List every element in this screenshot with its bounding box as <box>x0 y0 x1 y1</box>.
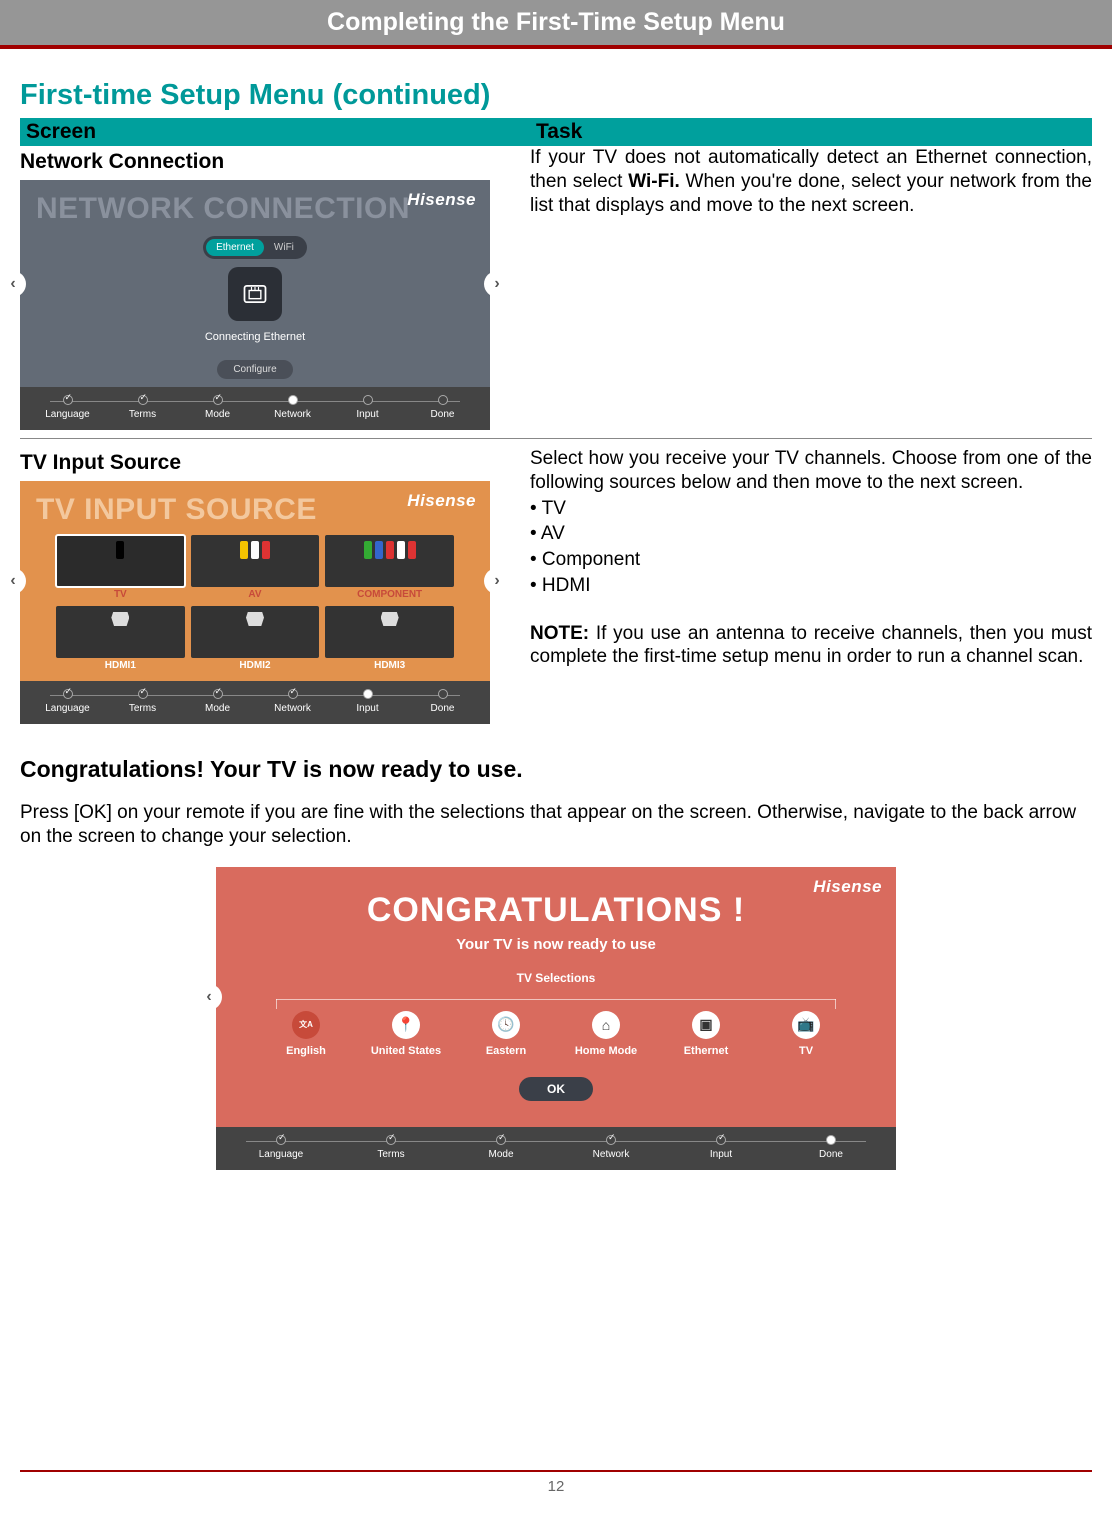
step-label: Terms <box>129 703 156 714</box>
page-number: 12 <box>20 1478 1092 1495</box>
selections-label: TV Selections <box>236 971 876 985</box>
selection-language: 文AEnglish <box>261 1011 351 1057</box>
step-label: Done <box>431 703 455 714</box>
step-label: Terms <box>377 1149 404 1160</box>
table-row: TV Input Source Hisense TV INPUT SOURCE … <box>20 447 1092 732</box>
source-tv[interactable]: TV <box>56 535 185 600</box>
selection-timezone: 🕓Eastern <box>461 1011 551 1057</box>
source-component[interactable]: COMPONENT <box>325 535 454 600</box>
table-row: Network Connection Hisense NETWORK CONNE… <box>20 146 1092 439</box>
row2-task-intro: Select how you receive your TV channels.… <box>530 447 1092 495</box>
congratulations-heading: Congratulations! Your TV is now ready to… <box>20 756 1092 783</box>
source-bullet: • HDMI <box>530 574 1092 598</box>
table-header-task: Task <box>530 118 1092 146</box>
row1-task-text: If your TV does not automatically detect… <box>530 146 1092 217</box>
section-title: First-time Setup Menu (continued) <box>20 79 1092 112</box>
header-divider <box>0 45 1112 49</box>
table-header-row: Screen Task <box>20 118 1092 146</box>
row1-title: Network Connection <box>20 150 530 174</box>
source-av[interactable]: AV <box>191 535 320 600</box>
page-header: Completing the First-Time Setup Menu <box>0 0 1112 45</box>
selection-network: ▣Ethernet <box>661 1011 751 1057</box>
step-label: Mode <box>205 409 230 420</box>
step-label: Network <box>593 1149 630 1160</box>
configure-button[interactable]: Configure <box>217 360 292 379</box>
nav-left-icon[interactable]: ‹ <box>0 568 26 594</box>
step-label: Language <box>259 1149 304 1160</box>
step-label: Done <box>819 1149 843 1160</box>
network-connection-screenshot: Hisense NETWORK CONNECTION Ethernet WiFi… <box>20 180 490 430</box>
nav-right-icon[interactable]: › <box>484 568 510 594</box>
brand-logo: Hisense <box>407 491 476 511</box>
nav-left-icon[interactable]: ‹ <box>196 984 222 1010</box>
step-label: Language <box>45 409 90 420</box>
congratulations-paragraph: Press [OK] on your remote if you are fin… <box>20 801 1092 849</box>
ethernet-port-icon <box>228 267 282 321</box>
location-pin-icon: 📍 <box>392 1011 420 1039</box>
footer-divider <box>20 1470 1092 1472</box>
clock-icon: 🕓 <box>492 1011 520 1039</box>
selection-mode: ⌂Home Mode <box>561 1011 651 1057</box>
step-label: Input <box>356 409 378 420</box>
brand-logo: Hisense <box>407 190 476 210</box>
source-bullet: • AV <box>530 522 1092 546</box>
selection-location: 📍United States <box>361 1011 451 1057</box>
step-label: Input <box>710 1149 732 1160</box>
source-hdmi2[interactable]: HDMI2 <box>191 606 320 671</box>
source-hdmi3[interactable]: HDMI3 <box>325 606 454 671</box>
source-hdmi1[interactable]: HDMI1 <box>56 606 185 671</box>
step-label: Input <box>356 703 378 714</box>
setup-stepper: Language Terms Mode Network Input Done <box>216 1127 896 1170</box>
ethernet-icon: ▣ <box>692 1011 720 1039</box>
ok-button[interactable]: OK <box>519 1077 593 1101</box>
brand-logo: Hisense <box>813 877 882 897</box>
step-label: Terms <box>129 409 156 420</box>
step-label: Language <box>45 703 90 714</box>
step-label: Mode <box>205 703 230 714</box>
congratulations-screenshot: Hisense CONGRATULATIONS ! Your TV is now… <box>216 867 896 1170</box>
step-label: Network <box>274 409 311 420</box>
connection-status: Connecting Ethernet <box>36 331 474 343</box>
setup-stepper: Language Terms Mode Network Input Done <box>20 681 490 724</box>
step-label: Network <box>274 703 311 714</box>
source-bullet: • TV <box>530 497 1092 521</box>
selection-input: 📺TV <box>761 1011 851 1057</box>
nav-left-icon[interactable]: ‹ <box>0 271 26 297</box>
row2-note: NOTE: If you use an antenna to receive c… <box>530 622 1092 670</box>
row2-title: TV Input Source <box>20 451 530 475</box>
toggle-wifi[interactable]: WiFi <box>264 239 304 256</box>
setup-stepper: Language Terms Mode Network Input Done <box>20 387 490 430</box>
source-bullet: • Component <box>530 548 1092 572</box>
step-label: Mode <box>488 1149 513 1160</box>
step-label: Done <box>431 409 455 420</box>
tv-icon: 📺 <box>792 1011 820 1039</box>
nav-right-icon[interactable]: › <box>484 271 510 297</box>
language-icon: 文A <box>292 1011 320 1039</box>
screen-subtitle: Your TV is now ready to use <box>236 936 876 953</box>
table-header-screen: Screen <box>20 118 530 146</box>
toggle-ethernet[interactable]: Ethernet <box>206 239 264 256</box>
screen-title: CONGRATULATIONS ! <box>236 891 876 930</box>
ethernet-wifi-toggle[interactable]: Ethernet WiFi <box>203 236 307 259</box>
tv-input-source-screenshot: Hisense TV INPUT SOURCE TV AV COMPONENT <box>20 481 490 724</box>
home-icon: ⌂ <box>592 1011 620 1039</box>
